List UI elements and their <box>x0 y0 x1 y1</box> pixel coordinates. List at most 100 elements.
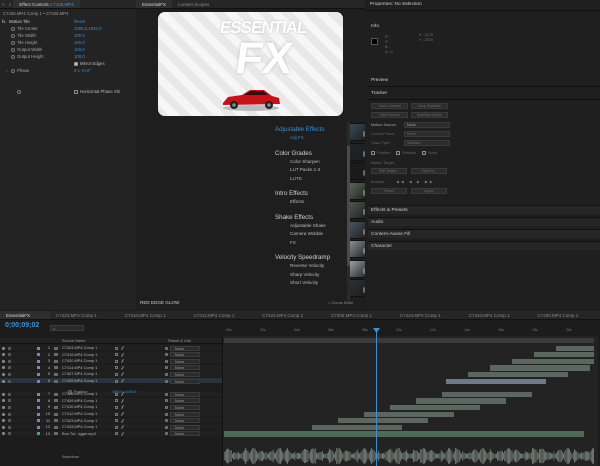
speaker-icon[interactable] <box>8 366 11 370</box>
mirror-edges-checkbox[interactable] <box>74 61 78 66</box>
shy-switch-icon[interactable] <box>115 432 118 436</box>
label-color-swatch[interactable] <box>37 405 40 409</box>
layer-bar[interactable] <box>556 345 594 351</box>
property-value[interactable]: 100.0 <box>74 32 85 39</box>
current-track-dropdown[interactable]: None <box>404 131 450 137</box>
quality-switch-icon[interactable] <box>121 352 124 357</box>
label-color-swatch[interactable] <box>37 412 40 416</box>
layer-name[interactable]: Bon Tut...igger.mp3 <box>62 431 96 437</box>
layer-bar[interactable] <box>446 378 546 384</box>
quality-switch-icon[interactable] <box>121 418 124 423</box>
stopwatch-icon[interactable] <box>68 390 72 394</box>
effect-thumbnail[interactable] <box>348 259 365 278</box>
track-type-dropdown[interactable]: Stabilize <box>404 140 450 146</box>
speaker-icon[interactable] <box>8 353 11 357</box>
category-item[interactable]: Color Sharpen <box>290 159 320 164</box>
track-motion-button[interactable]: Track Motion <box>371 112 408 118</box>
eye-icon[interactable] <box>2 346 5 350</box>
parent-dropdown[interactable]: None <box>170 378 200 384</box>
stopwatch-icon[interactable] <box>11 68 15 73</box>
stopwatch-icon[interactable] <box>11 33 15 38</box>
effect-thumbnail[interactable] <box>348 240 365 258</box>
shy-switch-icon[interactable] <box>115 425 118 429</box>
pickwhip-icon[interactable] <box>165 346 168 350</box>
pickwhip-icon[interactable] <box>165 399 168 403</box>
shy-switch-icon[interactable] <box>115 353 118 357</box>
eye-icon[interactable] <box>2 419 5 423</box>
layer-bar[interactable] <box>416 398 506 404</box>
layer-name[interactable]: C7420.MP4 Comp 1 <box>62 358 97 364</box>
pickwhip-icon[interactable] <box>165 372 168 376</box>
analyze-controls[interactable]: ◀◀ ◀ ▶ ▶▶ <box>396 179 435 184</box>
scale-checkbox[interactable] <box>422 151 426 155</box>
layer-bar[interactable] <box>364 411 454 417</box>
content-aware-fill-section[interactable]: Content-Aware Fill <box>368 229 600 238</box>
warp-stabilizer-button[interactable]: Warp Stabilizer <box>411 103 448 109</box>
pickwhip-icon[interactable] <box>165 353 168 357</box>
parent-dropdown[interactable]: None <box>170 358 200 364</box>
layer-name[interactable]: C7419.MP4 Comp 1 <box>62 352 97 358</box>
search-input[interactable]: ρ <box>50 325 84 331</box>
parent-dropdown[interactable]: None <box>170 431 200 437</box>
timeline-tab[interactable]: EssentialFX <box>0 311 51 319</box>
parent-dropdown[interactable]: None <box>170 365 200 371</box>
speaker-icon[interactable] <box>8 379 11 383</box>
parent-dropdown[interactable]: None <box>170 404 200 410</box>
category-item[interactable]: LUTS <box>290 176 302 181</box>
speaker-icon[interactable] <box>8 425 11 429</box>
shy-switch-icon[interactable] <box>115 419 118 423</box>
close-icon[interactable]: × <box>0 0 7 8</box>
eye-icon[interactable] <box>2 399 5 403</box>
layer-row[interactable]: 8 C7409.MP4 Comp 1 None <box>0 397 222 405</box>
layer-bar[interactable] <box>512 358 594 365</box>
layer-name[interactable]: C7409.MP4 Comp 1 <box>62 398 97 404</box>
playhead[interactable] <box>376 330 377 466</box>
options-button[interactable]: Options... <box>411 168 447 174</box>
label-color-swatch[interactable] <box>37 425 40 429</box>
shy-switch-icon[interactable] <box>115 359 118 363</box>
label-color-swatch[interactable] <box>37 366 40 370</box>
category-item[interactable]: Adjustable Shake <box>290 223 326 228</box>
shy-switch-icon[interactable] <box>115 405 118 409</box>
label-color-swatch[interactable] <box>37 399 40 403</box>
eye-icon[interactable] <box>2 366 5 370</box>
pickwhip-icon[interactable] <box>165 359 168 363</box>
shy-switch-icon[interactable] <box>115 372 118 376</box>
parent-dropdown[interactable]: None <box>170 352 200 358</box>
category-item[interactable]: Short Velocity <box>290 280 318 285</box>
layer-bar[interactable] <box>312 424 402 431</box>
category-title[interactable]: Shake Effects <box>275 214 313 221</box>
stopwatch-icon[interactable] <box>11 40 15 45</box>
stopwatch-icon[interactable] <box>11 54 15 59</box>
quality-switch-icon[interactable] <box>121 372 124 377</box>
shy-switch-icon[interactable] <box>115 346 118 350</box>
layer-name[interactable]: C7424.MP4 Comp 1 <box>62 345 97 351</box>
quality-switch-icon[interactable] <box>121 431 124 436</box>
effect-row-motion-tile[interactable]: fx Motion Tile Reset <box>0 18 135 25</box>
stabilize-motion-button[interactable]: Stabilize Motion <box>411 112 448 118</box>
layer-row[interactable]: 5 C7407.MP4 Comp 1 None <box>0 371 222 378</box>
property-value[interactable]: 1080.0,1920.0 <box>74 25 101 32</box>
layer-name[interactable]: C7423.MP4 Comp 1 <box>62 418 97 424</box>
quality-switch-icon[interactable] <box>121 405 124 410</box>
timeline-tab[interactable]: C7423.MP4 Comp 1 <box>50 311 119 319</box>
layer-bar[interactable] <box>490 365 590 371</box>
category-item[interactable]: Camera Wobble <box>290 231 323 236</box>
tracker-apply-button[interactable]: Apply <box>411 188 447 194</box>
motion-source-dropdown[interactable]: None <box>404 122 450 128</box>
timeline-tab[interactable]: C7408.MP4 Comp 1 <box>325 311 394 319</box>
shy-switch-icon[interactable] <box>115 412 118 416</box>
stopwatch-icon[interactable] <box>17 89 21 94</box>
tab-lumetri-scopes[interactable]: Lumetri Scopes <box>172 0 215 8</box>
label-color-swatch[interactable] <box>37 353 40 357</box>
expand-arrow-icon[interactable]: › <box>6 67 7 74</box>
layer-bar[interactable] <box>224 431 584 437</box>
layer-row[interactable]: 4 C7414.MP4 Comp 1 None <box>0 364 222 372</box>
speaker-icon[interactable] <box>8 412 11 416</box>
eye-icon[interactable] <box>2 425 5 429</box>
effect-thumbnail[interactable] <box>348 201 365 219</box>
parent-dropdown[interactable]: None <box>170 418 200 424</box>
eye-icon[interactable] <box>2 372 5 376</box>
property-value[interactable]: 100.0 <box>74 46 85 53</box>
character-section[interactable]: Character <box>368 241 600 250</box>
